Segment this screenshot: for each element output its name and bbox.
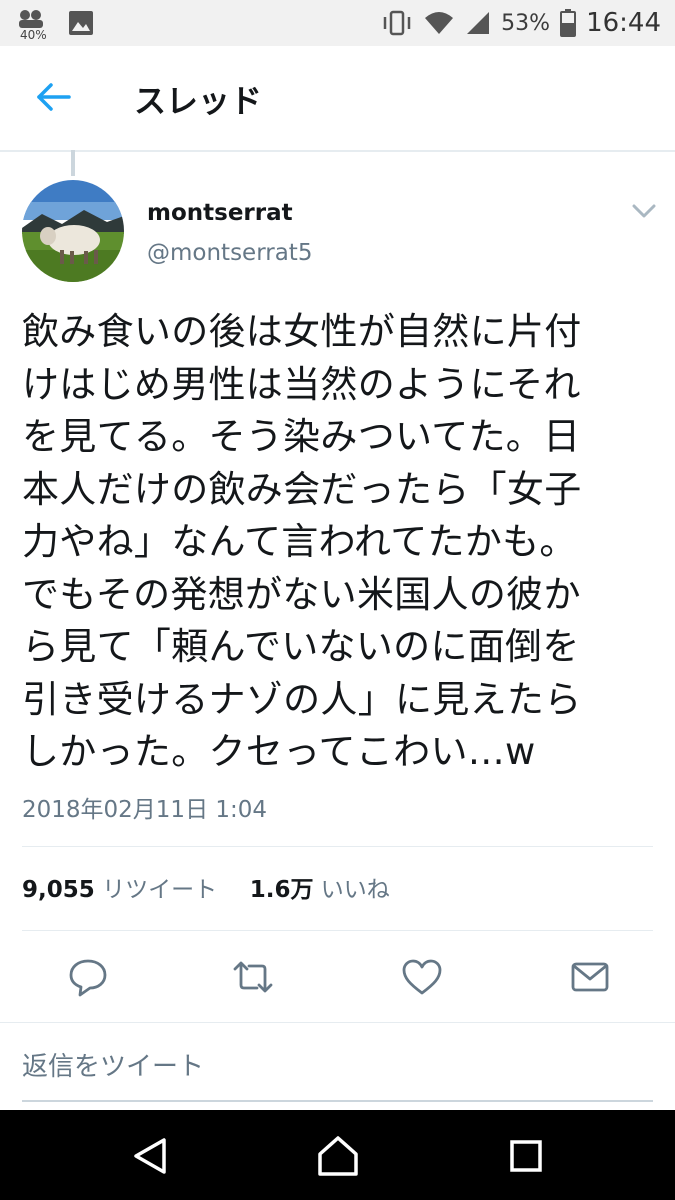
system-nav-bar xyxy=(0,1110,675,1200)
tweet-timestamp: 2018年02月11日 1:04 xyxy=(22,797,268,823)
like-icon xyxy=(402,959,442,995)
retweet-label[interactable]: リツイート xyxy=(102,877,217,903)
tweet-text: 飲み食いの後は女性が自然に片付 けはじめ男性は当然のようにそれ を見てる。そう染… xyxy=(22,310,582,773)
home-icon xyxy=(318,1136,358,1176)
divider xyxy=(0,1022,675,1023)
avatar[interactable] xyxy=(22,180,124,282)
chevron-down-icon xyxy=(632,204,656,218)
app-header: スレッド xyxy=(0,46,675,152)
nav-home-button[interactable] xyxy=(314,1132,362,1180)
direct-message-icon xyxy=(571,962,609,992)
reply-input[interactable]: 返信をツイート xyxy=(22,1046,204,1083)
clock: 16:44 xyxy=(586,8,661,38)
like-label[interactable]: いいね xyxy=(321,877,390,903)
display-name[interactable]: montserrat xyxy=(147,200,293,226)
nav-back-button[interactable] xyxy=(128,1132,176,1180)
triangle-back-icon xyxy=(134,1138,166,1174)
status-bar: 40% 53% 16:44 xyxy=(0,0,675,46)
battery-percent: 53% xyxy=(501,10,551,36)
like-count[interactable]: 1.6万 xyxy=(250,877,314,903)
retweet-button[interactable] xyxy=(231,955,275,999)
like-button[interactable] xyxy=(400,955,444,999)
wifi-icon xyxy=(425,12,454,34)
more-options-button[interactable] xyxy=(628,198,660,224)
reply-underline xyxy=(22,1100,653,1102)
thread-connector xyxy=(71,150,75,176)
signal-percent: 40% xyxy=(20,28,47,42)
divider xyxy=(22,930,653,931)
reply-icon xyxy=(69,959,107,997)
divider xyxy=(22,846,653,847)
nav-recents-button[interactable] xyxy=(502,1132,550,1180)
back-button[interactable] xyxy=(22,74,82,122)
status-right: 53% 16:44 xyxy=(381,0,661,46)
tweet-stats: 9,055 リツイート 1.6万 いいね xyxy=(22,870,390,904)
status-left: 40% xyxy=(16,4,126,42)
retweet-count[interactable]: 9,055 xyxy=(22,877,95,903)
reply-button[interactable] xyxy=(66,955,110,999)
user-handle[interactable]: @montserrat5 xyxy=(147,240,312,266)
direct-message-button[interactable] xyxy=(568,955,612,999)
vibrate-icon xyxy=(383,10,411,36)
battery-icon xyxy=(560,9,577,37)
square-recents-icon xyxy=(510,1140,542,1172)
retweet-icon xyxy=(233,961,273,993)
back-arrow-icon xyxy=(37,83,71,111)
cell-signal-icon xyxy=(467,12,490,34)
sheep-avatar-image xyxy=(22,180,124,282)
image-icon xyxy=(69,11,93,35)
page-title: スレッド xyxy=(134,82,263,120)
